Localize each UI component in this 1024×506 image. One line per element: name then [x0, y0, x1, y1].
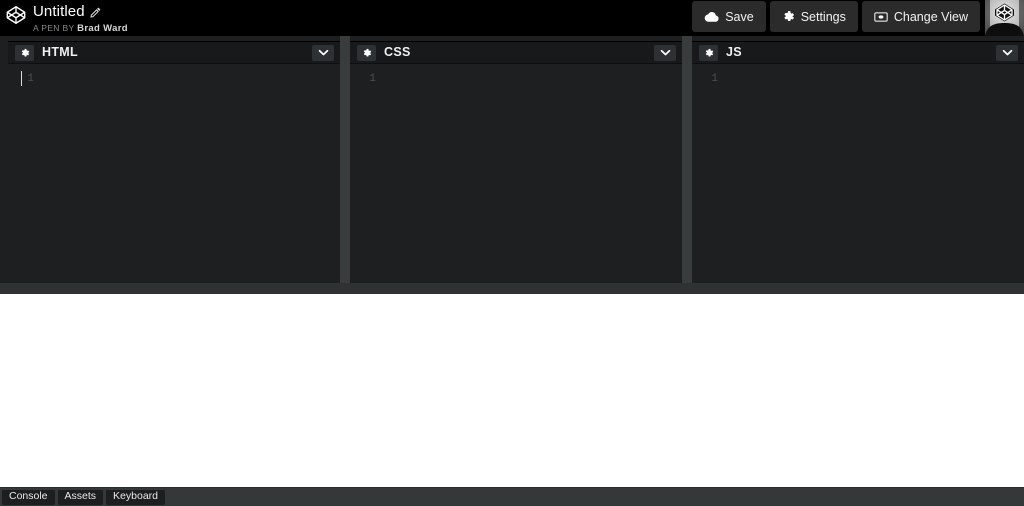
editor-header-js: JS	[692, 42, 1024, 64]
editor-panes: HTML 1 CSS 1 JS 1	[0, 36, 1024, 283]
topbar-actions: Save Settings Change View	[690, 0, 1024, 36]
pen-author[interactable]: Brad Ward	[77, 23, 128, 34]
code-text-js	[718, 71, 1024, 87]
editor-header-html: HTML	[8, 42, 340, 64]
resize-gutter-css-js[interactable]	[682, 36, 692, 283]
code-text-css	[376, 71, 682, 87]
js-settings-gear-icon[interactable]	[699, 44, 718, 61]
code-line: 1	[692, 71, 1024, 87]
text-caret	[21, 71, 22, 86]
bottom-bar: Console Assets Keyboard	[0, 487, 1024, 506]
resize-gutter-editors-preview[interactable]	[0, 283, 1024, 294]
pen-title-row: Untitled	[33, 3, 128, 20]
byline-prefix: A PEN BY	[33, 23, 75, 33]
resize-gutter-html-css[interactable]	[340, 36, 350, 283]
editor-pane-css: CSS 1	[350, 41, 682, 283]
code-line: 1	[350, 71, 682, 87]
pencil-icon[interactable]	[90, 6, 101, 18]
code-editor-js[interactable]: 1	[692, 64, 1024, 283]
line-number: 1	[369, 73, 376, 85]
tab-keyboard[interactable]: Keyboard	[106, 489, 165, 505]
cloud-icon	[704, 11, 719, 22]
top-bar: Untitled A PEN BY Brad Ward Save Setting…	[0, 0, 1024, 36]
editor-pane-html: HTML 1	[8, 41, 340, 283]
gear-icon	[782, 10, 795, 23]
screen-icon	[874, 11, 888, 22]
css-collapse-chevron-down-icon[interactable]	[654, 44, 676, 61]
code-line: 1	[8, 71, 340, 87]
tab-console[interactable]: Console	[2, 489, 55, 505]
editor-label-html: HTML	[42, 45, 78, 60]
code-editor-html[interactable]: 1	[8, 64, 340, 283]
change-view-button[interactable]: Change View	[861, 1, 980, 32]
settings-button-label: Settings	[800, 9, 846, 24]
editor-header-css: CSS	[350, 42, 682, 64]
pen-title[interactable]: Untitled	[33, 3, 85, 20]
save-button-label: Save	[725, 9, 754, 24]
left-edge-pad	[0, 41, 8, 283]
brand-group: Untitled A PEN BY Brad Ward	[0, 0, 128, 34]
editor-label-css: CSS	[384, 45, 411, 60]
change-view-button-label: Change View	[893, 9, 968, 24]
preview-iframe[interactable]	[0, 294, 1024, 487]
save-button[interactable]: Save	[692, 1, 766, 32]
html-settings-gear-icon[interactable]	[15, 44, 34, 61]
settings-button[interactable]: Settings	[769, 1, 858, 32]
html-collapse-chevron-down-icon[interactable]	[312, 44, 334, 61]
title-block: Untitled A PEN BY Brad Ward	[33, 3, 128, 34]
js-collapse-chevron-down-icon[interactable]	[996, 44, 1018, 61]
codepen-editor-app: Untitled A PEN BY Brad Ward Save Setting…	[0, 0, 1024, 506]
tab-assets[interactable]: Assets	[57, 489, 104, 505]
avatar[interactable]	[985, 0, 1024, 36]
editor-label-js: JS	[726, 45, 742, 60]
editor-pane-js: JS 1	[692, 41, 1024, 283]
code-text-html	[34, 71, 340, 87]
css-settings-gear-icon[interactable]	[357, 44, 376, 61]
code-editor-css[interactable]: 1	[350, 64, 682, 283]
codepen-logo-icon[interactable]	[5, 4, 27, 26]
line-number: 1	[711, 73, 718, 85]
byline: A PEN BY Brad Ward	[33, 23, 128, 34]
